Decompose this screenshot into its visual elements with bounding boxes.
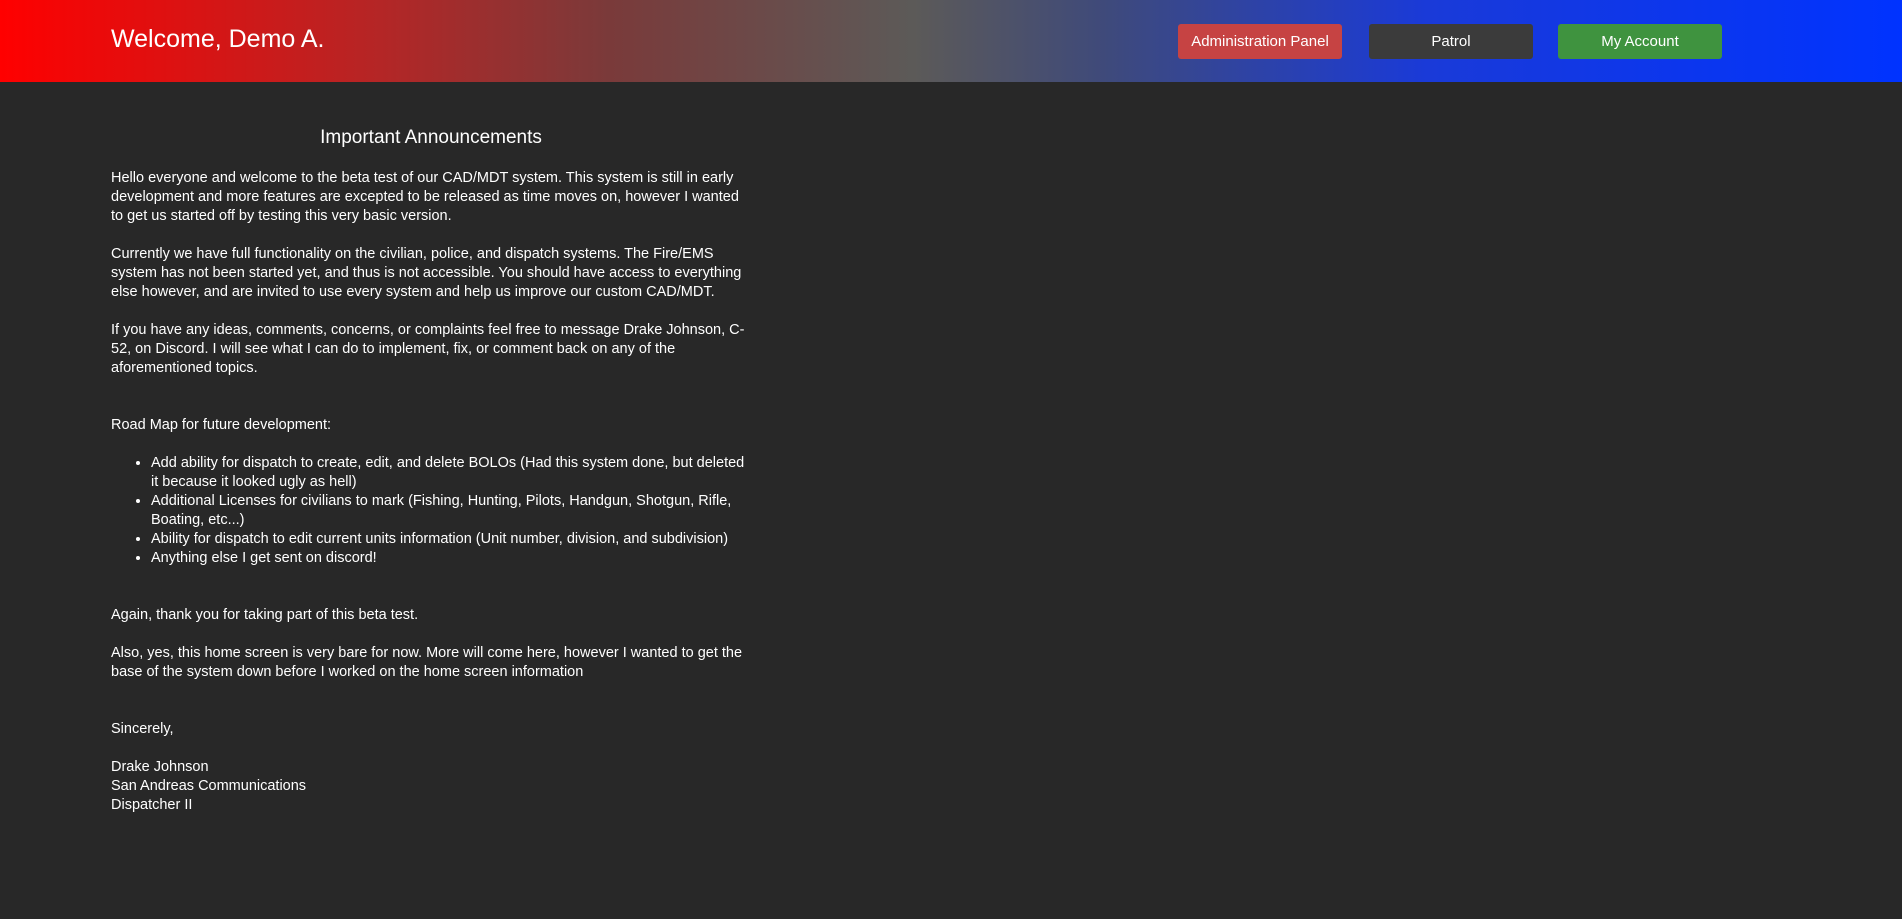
roadmap-item: Additional Licenses for civilians to mar… [151, 492, 751, 530]
roadmap-item: Ability for dispatch to edit current uni… [151, 530, 751, 549]
announcements-panel: Important Announcements Hello everyone a… [111, 125, 751, 815]
top-header: Welcome, Demo A. Administration Panel Pa… [0, 0, 1902, 82]
patrol-button[interactable]: Patrol [1369, 24, 1533, 59]
announcement-paragraph: Currently we have full functionality on … [111, 246, 742, 300]
roadmap-list: Add ability for dispatch to create, edit… [111, 454, 751, 568]
announcements-title: Important Announcements [320, 127, 542, 148]
administration-panel-button[interactable]: Administration Panel [1178, 24, 1342, 59]
welcome-text: Welcome, Demo A. [111, 25, 325, 53]
my-account-button[interactable]: My Account [1558, 24, 1722, 59]
closing-paragraph: Again, thank you for taking part of this… [111, 607, 419, 623]
signature-block: Drake Johnson San Andreas Communications… [111, 758, 751, 815]
announcement-paragraph: If you have any ideas, comments, concern… [111, 322, 745, 376]
announcement-paragraph: Hello everyone and welcome to the beta t… [111, 170, 739, 224]
sign-off: Sincerely, [111, 721, 174, 737]
roadmap-item: Add ability for dispatch to create, edit… [151, 454, 751, 492]
roadmap-title: Road Map for future development: [111, 417, 332, 433]
signature-org: San Andreas Communications [111, 778, 307, 794]
roadmap-item: Anything else I get sent on discord! [151, 549, 751, 568]
closing-paragraph: Also, yes, this home screen is very bare… [111, 645, 743, 680]
signature-name: Drake Johnson [111, 759, 209, 775]
signature-role: Dispatcher II [111, 797, 193, 813]
